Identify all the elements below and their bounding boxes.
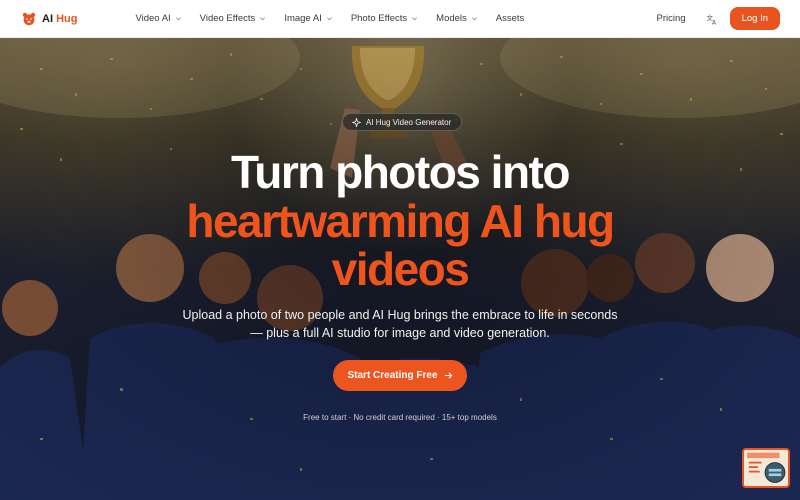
brand-prefix: AI <box>42 12 53 25</box>
sparkle-icon <box>352 117 361 127</box>
arrow-right-icon <box>444 372 452 379</box>
bear-logo-icon <box>22 12 36 25</box>
pricing-link[interactable]: Pricing <box>657 13 686 24</box>
chevron-down-icon <box>326 17 332 21</box>
badge-label: AI Hug Video Generator <box>366 117 452 127</box>
logo[interactable]: AI Hug <box>22 12 77 26</box>
menu-image-ai[interactable]: Image AI <box>284 13 333 24</box>
hero-section: AI Hug Video Generator Turn photos into … <box>0 38 800 500</box>
start-creating-button[interactable]: Start Creating Free <box>333 360 467 391</box>
brand-accent: Hug <box>56 12 78 25</box>
chevron-down-icon <box>175 17 181 21</box>
hero-subtitle: Upload a photo of two people and AI Hug … <box>182 308 618 340</box>
menu-video-effects[interactable]: Video Effects <box>200 13 267 24</box>
headline-line-1: Turn photos into <box>231 146 570 198</box>
footnote-item: 15+ top models <box>435 413 497 422</box>
menu-label: Models <box>436 13 467 24</box>
menu-assets[interactable]: Assets <box>496 13 525 24</box>
nav-actions: Pricing 文 A Log In <box>657 7 780 30</box>
menu-models[interactable]: Models <box>436 13 478 24</box>
chat-support-icon <box>747 452 786 483</box>
headline-line-3: videos <box>331 243 470 295</box>
chevron-down-icon <box>260 17 266 21</box>
translate-icon[interactable]: 文 A <box>706 13 718 25</box>
chat-widget[interactable] <box>742 448 790 488</box>
top-navigation: AI Hug Video AI Video Effects Image AI P… <box>0 0 800 38</box>
login-button[interactable]: Log In <box>729 7 780 30</box>
menu-label: Photo Effects <box>350 13 408 24</box>
menu-label: Video Effects <box>199 13 256 24</box>
menu-photo-effects[interactable]: Photo Effects <box>351 13 418 24</box>
menu-label: Video AI <box>135 13 171 24</box>
footnote-item: No credit card required <box>346 413 434 422</box>
svg-text:A: A <box>712 19 717 25</box>
menu-label: Image AI <box>284 13 322 24</box>
hero-footnote: Free to startNo credit card required15+ … <box>0 413 800 422</box>
headline-line-2: heartwarming AI hug <box>186 195 615 247</box>
chevron-down-icon <box>412 17 418 21</box>
menu-label: Assets <box>495 13 525 24</box>
brand-name: AI Hug <box>42 13 77 25</box>
cta-label: Start Creating Free <box>347 370 438 381</box>
main-menu: Video AI Video Effects Image AI Photo Ef… <box>135 13 524 24</box>
chevron-down-icon <box>471 17 477 21</box>
footnote-item: Free to start <box>303 413 347 422</box>
menu-video-ai[interactable]: Video AI <box>135 13 181 24</box>
hero-badge: AI Hug Video Generator <box>342 113 463 131</box>
